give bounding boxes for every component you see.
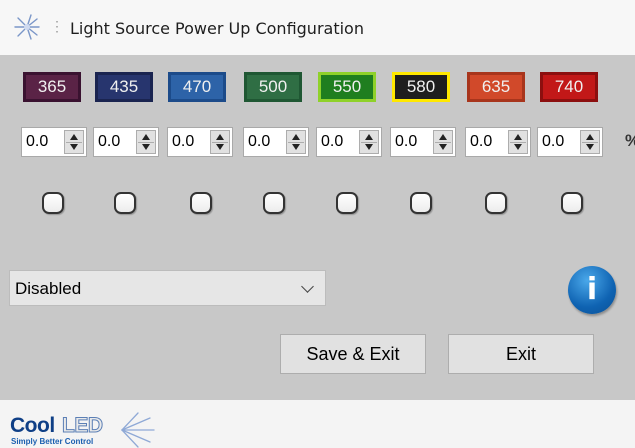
window-title: Light Source Power Up Configuration bbox=[70, 19, 364, 38]
wavelength-badge-435: 435 bbox=[95, 72, 153, 102]
logo-tagline: Simply Better Control bbox=[11, 437, 94, 446]
stepper-down-icon[interactable] bbox=[586, 144, 594, 150]
stepper-divider bbox=[138, 142, 154, 143]
exit-button[interactable]: Exit bbox=[448, 334, 594, 374]
wavelength-badge-635: 635 bbox=[467, 72, 525, 102]
power-stepper-470[interactable]: 0.0 bbox=[167, 127, 233, 157]
stepper-divider bbox=[212, 142, 228, 143]
stepper-buttons[interactable] bbox=[580, 130, 600, 154]
power-value[interactable]: 0.0 bbox=[321, 128, 343, 156]
power-stepper-635[interactable]: 0.0 bbox=[465, 127, 531, 157]
wavelength-badge-550: 550 bbox=[318, 72, 376, 102]
enable-checkbox-500[interactable] bbox=[263, 192, 285, 214]
power-level-row: 0.0 0.0 0.0 0.0 0.0 0.0 0.0 0.0 bbox=[0, 127, 635, 157]
info-icon: i bbox=[586, 272, 598, 307]
stepper-divider bbox=[582, 142, 598, 143]
wavelength-badge-500: 500 bbox=[244, 72, 302, 102]
info-button[interactable]: i bbox=[568, 266, 616, 314]
power-stepper-580[interactable]: 0.0 bbox=[390, 127, 456, 157]
stepper-down-icon[interactable] bbox=[514, 144, 522, 150]
mode-dropdown[interactable]: Disabled bbox=[9, 270, 326, 306]
footer: Cool LED Simply Better Control bbox=[0, 400, 635, 448]
power-value[interactable]: 0.0 bbox=[26, 128, 48, 156]
wavelength-labels: 365 435 470 500 550 580 635 740 bbox=[0, 72, 635, 102]
wavelength-badge-365: 365 bbox=[23, 72, 81, 102]
stepper-buttons[interactable] bbox=[359, 130, 379, 154]
power-stepper-365[interactable]: 0.0 bbox=[21, 127, 87, 157]
stepper-divider bbox=[361, 142, 377, 143]
save-exit-button[interactable]: Save & Exit bbox=[280, 334, 426, 374]
stepper-buttons[interactable] bbox=[508, 130, 528, 154]
stepper-up-icon[interactable] bbox=[142, 134, 150, 140]
stepper-down-icon[interactable] bbox=[142, 144, 150, 150]
starburst-icon bbox=[121, 412, 155, 448]
power-value[interactable]: 0.0 bbox=[172, 128, 194, 156]
chevron-down-icon bbox=[301, 280, 314, 293]
stepper-buttons[interactable] bbox=[64, 130, 84, 154]
wavelength-badge-740: 740 bbox=[540, 72, 598, 102]
title-bar: ⋮ Light Source Power Up Configuration bbox=[0, 0, 635, 55]
stepper-buttons[interactable] bbox=[136, 130, 156, 154]
enable-checkbox-365[interactable] bbox=[42, 192, 64, 214]
stepper-down-icon[interactable] bbox=[216, 144, 224, 150]
mode-dropdown-value: Disabled bbox=[15, 279, 82, 298]
stepper-buttons[interactable] bbox=[286, 130, 306, 154]
enable-checkbox-435[interactable] bbox=[114, 192, 136, 214]
stepper-divider bbox=[288, 142, 304, 143]
power-stepper-435[interactable]: 0.0 bbox=[93, 127, 159, 157]
stepper-up-icon[interactable] bbox=[439, 134, 447, 140]
coolled-logo: Cool LED Simply Better Control bbox=[10, 412, 190, 448]
stepper-up-icon[interactable] bbox=[586, 134, 594, 140]
power-stepper-500[interactable]: 0.0 bbox=[243, 127, 309, 157]
stepper-up-icon[interactable] bbox=[292, 134, 300, 140]
power-value[interactable]: 0.0 bbox=[395, 128, 417, 156]
enable-checkbox-470[interactable] bbox=[190, 192, 212, 214]
stepper-down-icon[interactable] bbox=[439, 144, 447, 150]
power-stepper-740[interactable]: 0.0 bbox=[537, 127, 603, 157]
stepper-up-icon[interactable] bbox=[365, 134, 373, 140]
stepper-down-icon[interactable] bbox=[70, 144, 78, 150]
stepper-buttons[interactable] bbox=[433, 130, 453, 154]
stepper-buttons[interactable] bbox=[210, 130, 230, 154]
logo-secondary-text: LED bbox=[62, 414, 104, 438]
enable-checkbox-740[interactable] bbox=[561, 192, 583, 214]
power-value[interactable]: 0.0 bbox=[470, 128, 492, 156]
wavelength-badge-580: 580 bbox=[392, 72, 450, 102]
stepper-divider bbox=[66, 142, 82, 143]
stepper-up-icon[interactable] bbox=[70, 134, 78, 140]
power-value[interactable]: 0.0 bbox=[98, 128, 120, 156]
logo-primary-text: Cool bbox=[10, 414, 55, 437]
enable-checkbox-580[interactable] bbox=[410, 192, 432, 214]
power-value[interactable]: 0.0 bbox=[248, 128, 270, 156]
enable-checkbox-550[interactable] bbox=[336, 192, 358, 214]
stepper-up-icon[interactable] bbox=[216, 134, 224, 140]
title-separator: ⋮ bbox=[50, 18, 65, 34]
power-stepper-550[interactable]: 0.0 bbox=[316, 127, 382, 157]
stepper-up-icon[interactable] bbox=[514, 134, 522, 140]
starburst-icon bbox=[14, 14, 40, 40]
stepper-down-icon[interactable] bbox=[365, 144, 373, 150]
enable-checkbox-635[interactable] bbox=[485, 192, 507, 214]
power-value[interactable]: 0.0 bbox=[542, 128, 564, 156]
percent-unit-label: % bbox=[625, 131, 635, 151]
stepper-divider bbox=[510, 142, 526, 143]
stepper-divider bbox=[435, 142, 451, 143]
wavelength-badge-470: 470 bbox=[168, 72, 226, 102]
stepper-down-icon[interactable] bbox=[292, 144, 300, 150]
